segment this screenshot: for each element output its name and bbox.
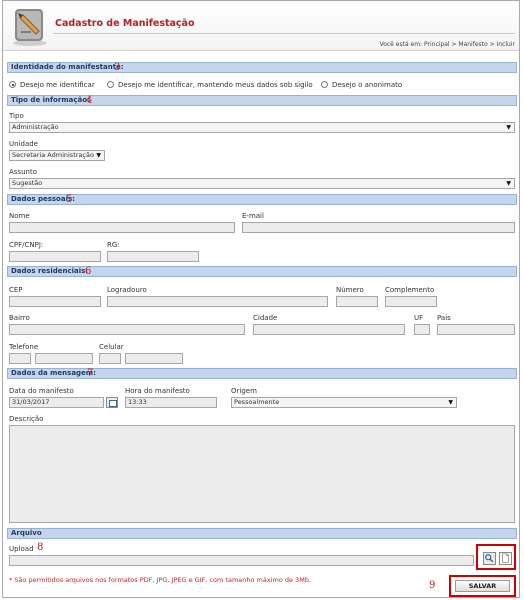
assunto-value: Sugestão xyxy=(12,179,43,187)
uf-input[interactable] xyxy=(414,324,430,335)
telefone-input[interactable] xyxy=(35,353,93,364)
section-arquivo-title: Arquivo xyxy=(11,529,42,537)
telefone-ddd-input[interactable] xyxy=(9,353,31,364)
origem-value: Pessoalmente xyxy=(234,398,280,406)
section-dados-residenciais: Dados residenciais: xyxy=(7,266,517,277)
upload-label: Upload xyxy=(9,545,34,553)
cidade-input[interactable] xyxy=(253,324,405,335)
telefone-label: Telefone xyxy=(9,343,39,351)
bairro-input[interactable] xyxy=(9,324,245,335)
section-identidade: Identidade do manifestante: xyxy=(7,62,517,73)
pais-label: País xyxy=(437,314,451,322)
complemento-input[interactable] xyxy=(385,296,437,307)
cep-label: CEP xyxy=(9,286,23,294)
radio-anonimato[interactable] xyxy=(321,81,328,88)
pais-input[interactable] xyxy=(437,324,515,335)
calendar-icon[interactable] xyxy=(106,397,118,408)
radio-sigilo[interactable] xyxy=(107,81,114,88)
page-title: Cadastro de Manifestação xyxy=(55,18,195,29)
unidade-label: Unidade xyxy=(9,140,38,148)
triangle-down-icon: ▼ xyxy=(506,180,511,187)
celular-input[interactable] xyxy=(125,353,183,364)
annotation-6: 6 xyxy=(85,266,92,277)
unidade-value: Secretaria Administração xyxy=(12,151,94,159)
hora-manifesto-label: Hora do manifesto xyxy=(125,387,190,395)
unidade-select[interactable]: Secretaria Administração ▼ xyxy=(9,150,105,161)
section-dados-mensagem: Dados da mensagem: xyxy=(7,368,517,379)
form-window: Cadastro de Manifestação Você está em: P… xyxy=(2,0,520,598)
tipo-value: Administração xyxy=(12,123,59,131)
section-dados-pessoais: Dados pessoais: xyxy=(7,194,517,205)
email-input[interactable] xyxy=(242,222,515,233)
section-identidade-title: Identidade do manifestante: xyxy=(11,63,124,71)
magnifier-icon[interactable] xyxy=(483,552,496,565)
data-manifesto-input[interactable]: 31/03/2017 xyxy=(9,397,104,408)
cpf-label: CPF/CNPJ: xyxy=(9,241,44,249)
triangle-down-icon: ▼ xyxy=(506,124,511,131)
tipo-select[interactable]: Administração ▼ xyxy=(9,122,515,133)
document-icon[interactable] xyxy=(499,552,512,565)
cep-input[interactable] xyxy=(9,296,101,307)
assunto-select[interactable]: Sugestão ▼ xyxy=(9,178,515,189)
celular-label: Celular xyxy=(99,343,124,351)
assunto-label: Assunto xyxy=(9,168,37,176)
cpf-input[interactable] xyxy=(9,251,101,262)
email-label: E-mail xyxy=(242,212,264,220)
annotation-3: 3 xyxy=(114,62,121,73)
save-button-highlight: SALVAR xyxy=(449,575,516,597)
radio-identificar[interactable] xyxy=(9,81,16,88)
descricao-textarea[interactable] xyxy=(9,425,515,523)
radio-sigilo-label: Desejo me identificar, mantendo meus dad… xyxy=(118,81,313,89)
section-arquivo: Arquivo xyxy=(7,528,517,539)
tipo-label: Tipo xyxy=(9,112,24,120)
breadcrumb: Você está em: Principal > Manifesto > In… xyxy=(379,41,515,48)
upload-buttons-highlight xyxy=(476,544,516,570)
hora-manifesto-input[interactable]: 13:33 xyxy=(125,397,217,408)
annotation-5: 5 xyxy=(66,194,73,205)
triangle-down-icon: ▼ xyxy=(96,152,101,159)
section-tipo-informacao-title: Tipo de informação: xyxy=(11,96,90,104)
file-format-note: * São permitidos arquivos nos formatos P… xyxy=(9,576,312,584)
rg-label: RG: xyxy=(107,241,120,249)
title-divider xyxy=(53,33,515,34)
complemento-label: Complemento xyxy=(385,286,435,294)
section-dados-mensagem-title: Dados da mensagem: xyxy=(11,369,96,377)
numero-label: Número xyxy=(336,286,364,294)
origem-select[interactable]: Pessoalmente ▼ xyxy=(231,397,457,408)
bairro-label: Bairro xyxy=(9,314,30,322)
annotation-8: 8 xyxy=(37,542,44,553)
section-dados-residenciais-title: Dados residenciais: xyxy=(11,267,89,275)
celular-ddd-input[interactable] xyxy=(99,353,121,364)
data-manifesto-label: Data do manifesto xyxy=(9,387,74,395)
upload-input[interactable] xyxy=(9,555,474,566)
logradouro-input[interactable] xyxy=(107,296,328,307)
triangle-down-icon: ▼ xyxy=(448,399,453,406)
section-tipo-informacao: Tipo de informação: xyxy=(7,95,517,106)
annotation-9: 9 xyxy=(429,580,436,591)
uf-label: UF xyxy=(414,314,424,322)
logradouro-label: Logradouro xyxy=(107,286,147,294)
radio-anonimato-label: Desejo o anonimato xyxy=(332,81,403,89)
origem-label: Origem xyxy=(231,387,257,395)
descricao-label: Descrição xyxy=(9,415,44,423)
annotation-7: 7 xyxy=(87,368,94,379)
rg-input[interactable] xyxy=(107,251,199,262)
cidade-label: Cidade xyxy=(253,314,278,322)
numero-input[interactable] xyxy=(336,296,378,307)
annotation-4: 4 xyxy=(86,95,93,106)
nome-label: Nome xyxy=(9,212,30,220)
nome-input[interactable] xyxy=(9,222,235,233)
save-button[interactable]: SALVAR xyxy=(455,580,510,592)
page-header: Cadastro de Manifestação Você está em: P… xyxy=(3,1,519,51)
pen-document-logo-icon xyxy=(13,9,47,46)
radio-identificar-label: Desejo me identificar xyxy=(20,81,95,89)
